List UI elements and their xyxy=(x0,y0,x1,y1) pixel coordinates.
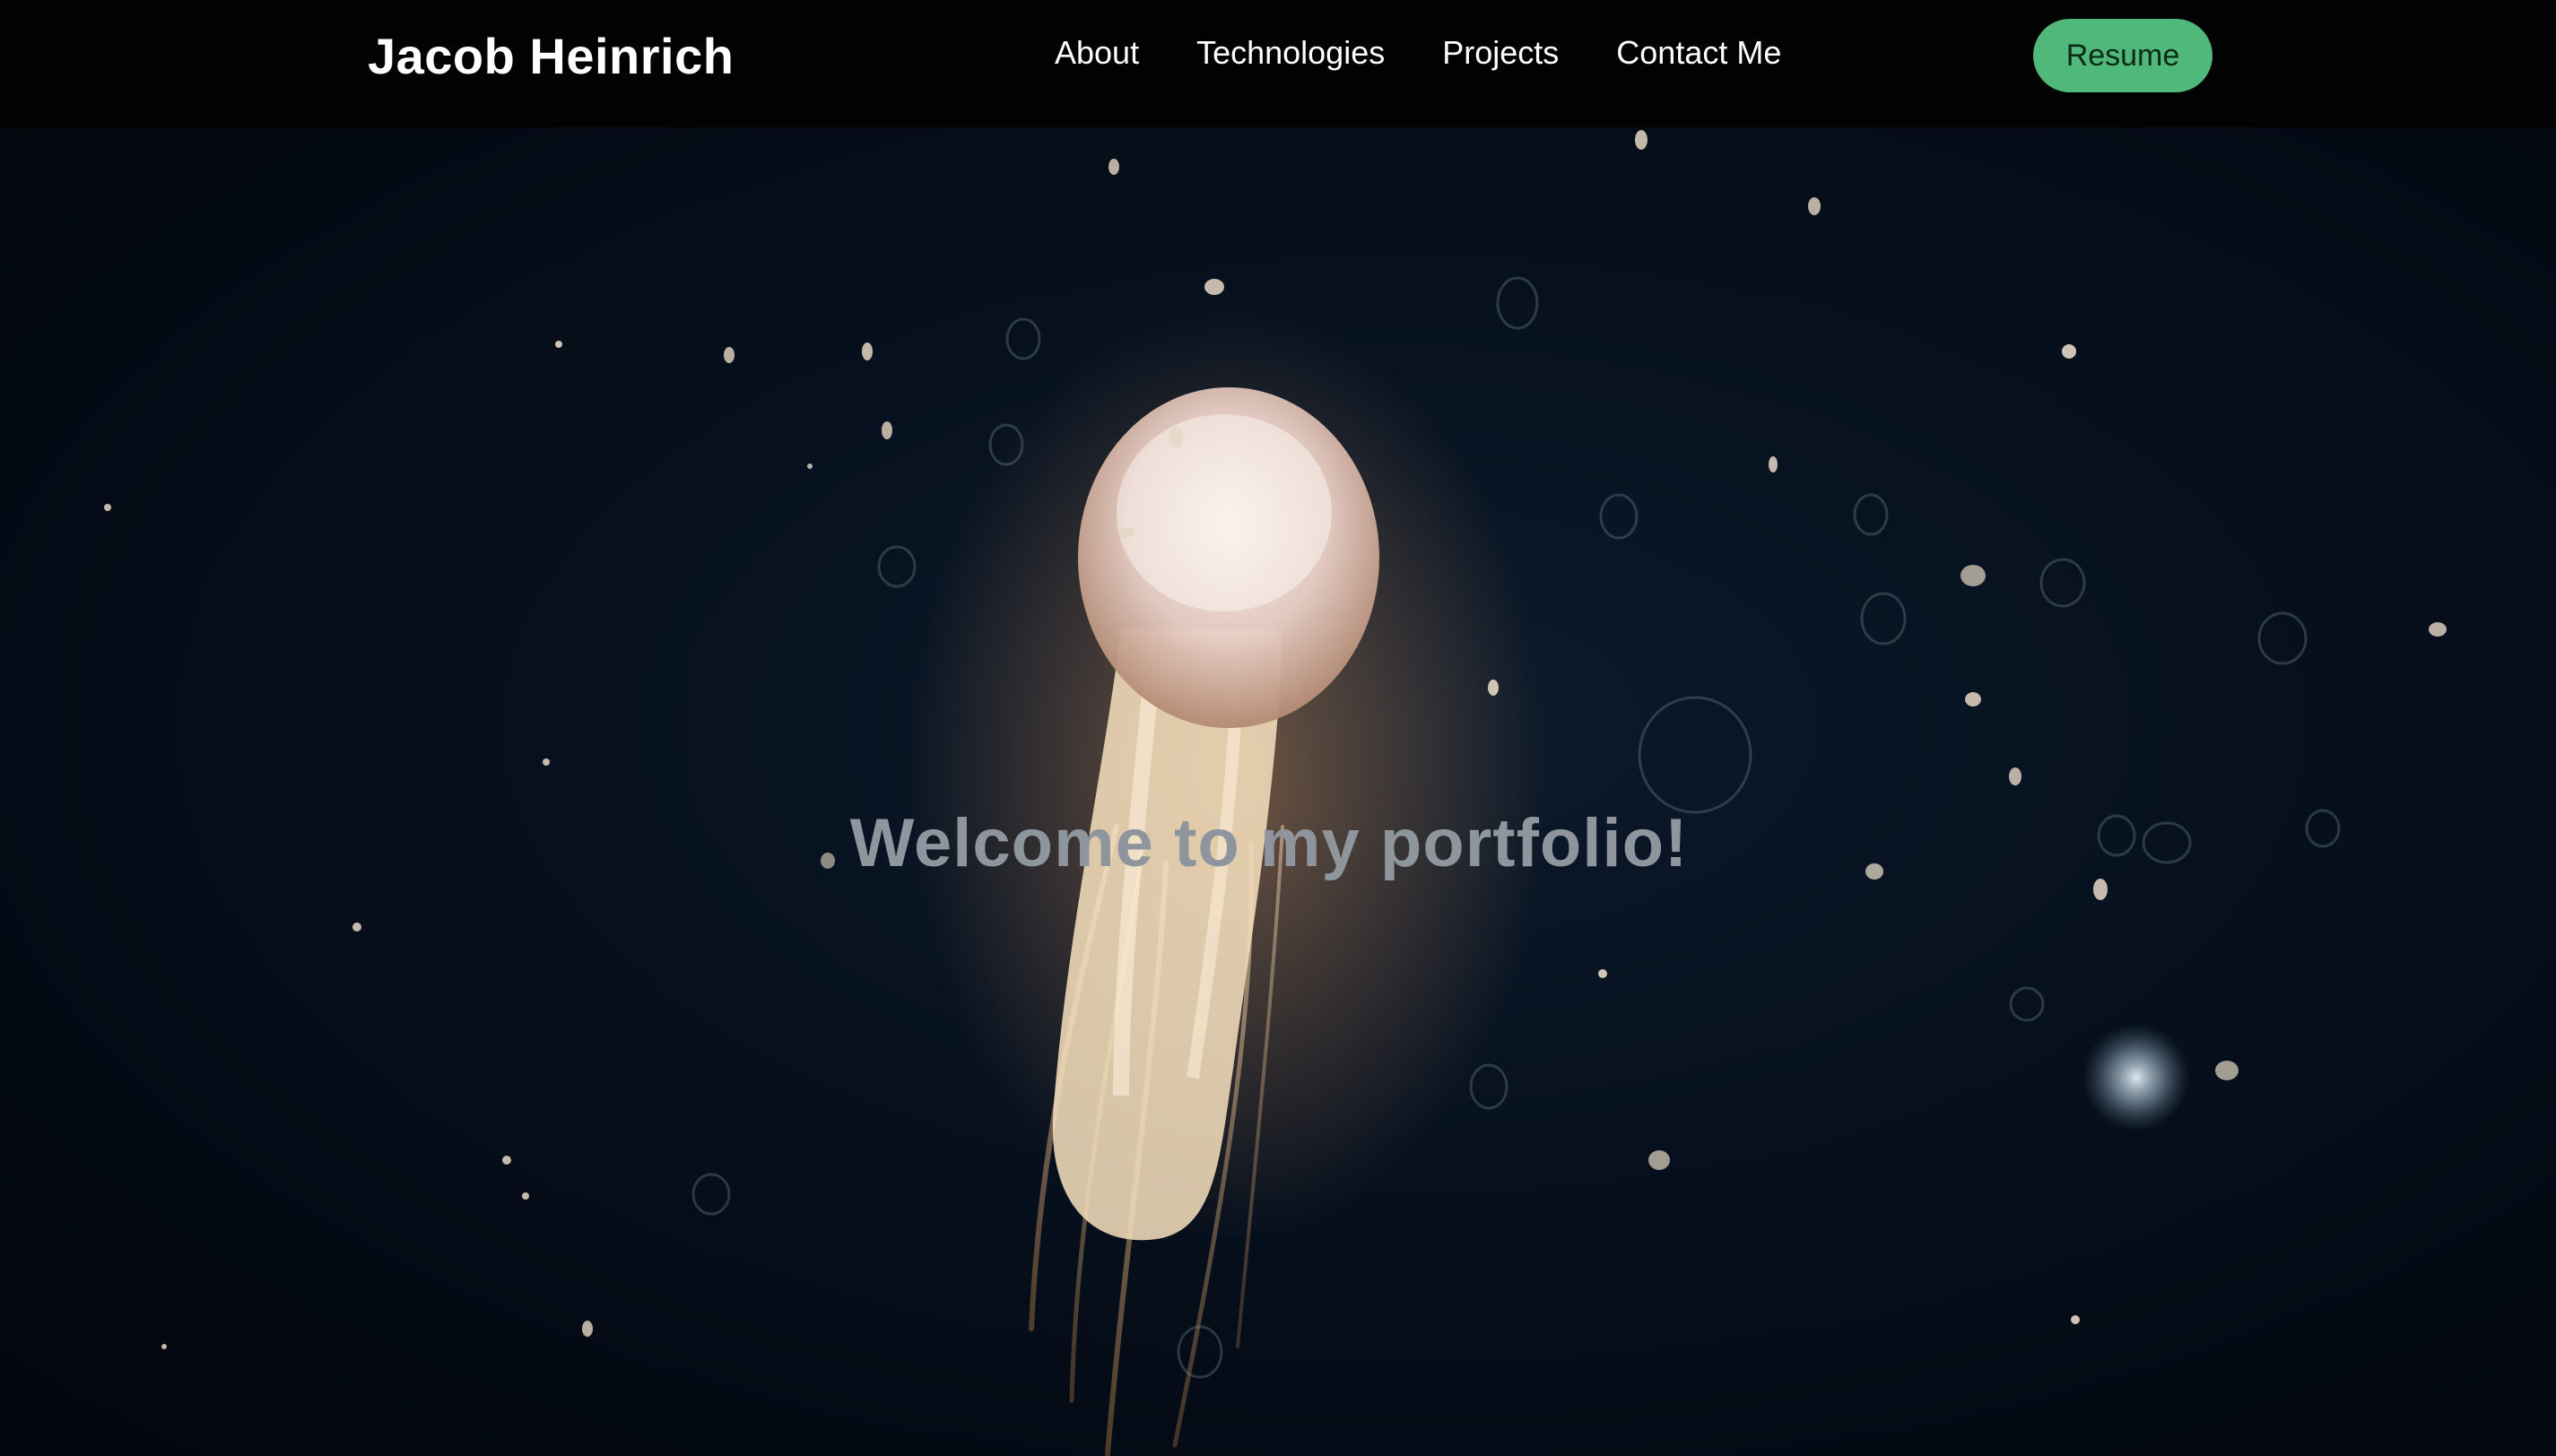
nav-item-projects[interactable]: Projects xyxy=(1442,34,1559,72)
hero-title: Welcome to my portfolio! xyxy=(849,805,1689,881)
nav-item-technologies[interactable]: Technologies xyxy=(1196,34,1385,72)
site-brand[interactable]: Jacob Heinrich xyxy=(368,27,734,85)
resume-button[interactable]: Resume xyxy=(2033,19,2213,92)
top-navbar: Jacob Heinrich About Technologies Projec… xyxy=(0,0,2556,127)
nav-links: About Technologies Projects Contact Me xyxy=(1055,34,1839,72)
hero-section: Welcome to my portfolio! xyxy=(0,127,2556,1456)
hero-background-image xyxy=(104,130,2447,1456)
nav-item-about[interactable]: About xyxy=(1055,34,1139,72)
nav-item-contact[interactable]: Contact Me xyxy=(1616,34,1781,72)
